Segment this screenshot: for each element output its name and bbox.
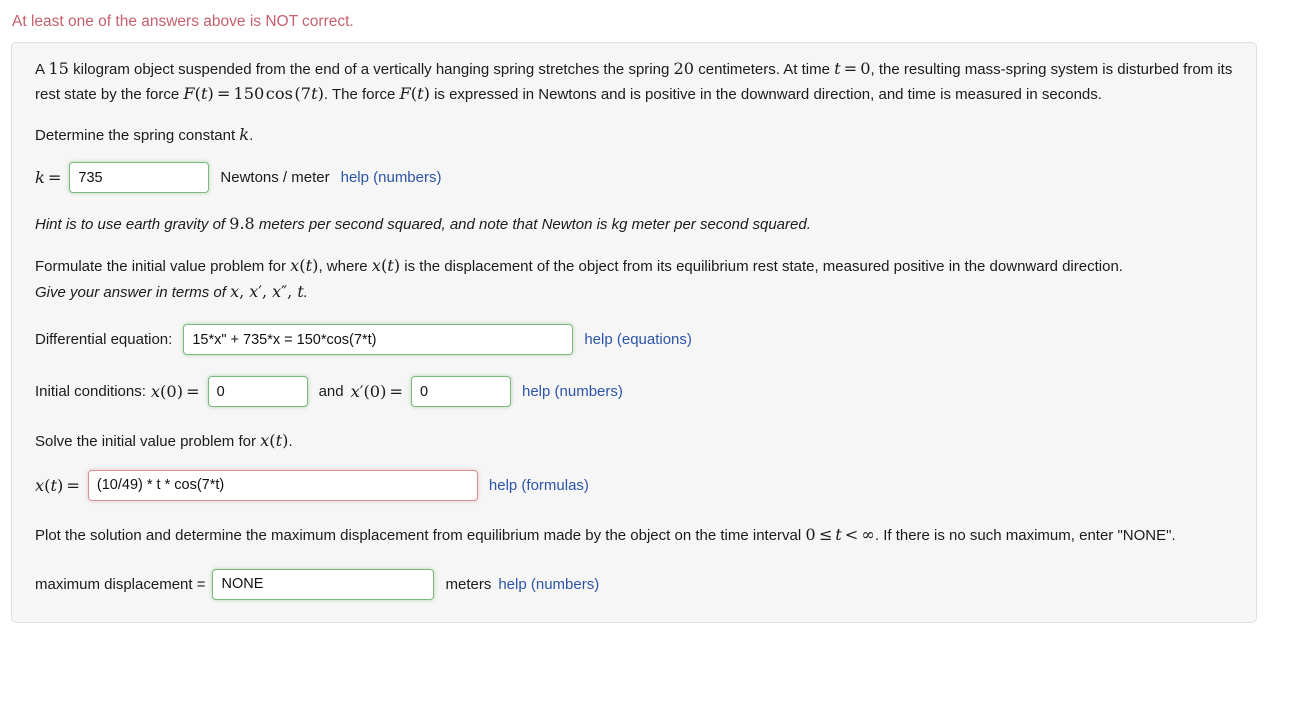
- ic-xp-symbol: x: [350, 382, 360, 402]
- ic-zero: 0: [166, 382, 177, 402]
- formulate-text-2: , where: [318, 257, 372, 275]
- formulate-text-3: is the displacement of the object from i…: [400, 257, 1123, 275]
- formulate-text-1: Formulate the initial value problem for: [35, 257, 291, 275]
- initial-velocity-input[interactable]: [411, 376, 511, 408]
- stretch-value: 20: [673, 59, 695, 78]
- help-numbers-link-k[interactable]: help (numbers): [341, 169, 442, 186]
- gravity-hint-paragraph: Hint is to use earth gravity of 9.8 mete…: [12, 212, 1256, 237]
- answer-terms-instruction: Give your answer in terms of x, x′, x″, …: [12, 280, 1256, 305]
- ic-x-symbol: x: [150, 382, 161, 402]
- differential-equation-label: Differential equation:: [35, 331, 173, 349]
- time-variable: t: [834, 59, 841, 78]
- solve-text-1: Solve the initial value problem for: [35, 433, 261, 451]
- term-comma-1: ,: [239, 281, 250, 301]
- term-x-prime: x: [249, 281, 259, 301]
- term-x: x: [230, 281, 240, 301]
- spring-constant-symbol: k: [239, 125, 250, 145]
- terms-period: .: [303, 283, 308, 301]
- maximum-displacement-row: maximum displacement = meters help (numb…: [12, 568, 1256, 600]
- less-than-icon: <: [844, 524, 859, 544]
- intro-text-6: is expressed in Newtons and is positive …: [429, 85, 1102, 103]
- force-symbol-2: F: [399, 83, 411, 103]
- infinity-icon: ∞: [861, 524, 875, 544]
- and-conjunction: and: [318, 383, 344, 401]
- hint-text-2: meters per second squared, and note that…: [254, 216, 811, 234]
- plot-solution-paragraph: Plot the solution and determine the maxi…: [12, 523, 1256, 548]
- force-amplitude: 150: [233, 83, 265, 103]
- term-x-double-prime: x: [272, 281, 282, 301]
- sol-x-symbol: x: [35, 475, 45, 495]
- intro-text-1: A: [35, 61, 49, 78]
- differential-equation-input[interactable]: [183, 324, 574, 356]
- solve-x-symbol: x: [260, 431, 270, 451]
- ic-equals: =: [186, 382, 200, 402]
- sol-equals: =: [66, 475, 80, 495]
- incorrect-answers-alert: At least one of the answers above is NOT…: [12, 13, 354, 30]
- help-numbers-link-ic[interactable]: help (numbers): [522, 383, 623, 400]
- differential-equation-row: Differential equation: help (equations): [12, 324, 1256, 356]
- x-of-zero-expression: x(0) =: [151, 382, 203, 401]
- plot-text-2: . If there is no such maximum, enter "NO…: [874, 526, 1176, 544]
- interval-lower-bound: 0: [805, 524, 816, 544]
- k-symbol: k: [35, 168, 45, 188]
- initial-position-input[interactable]: [207, 376, 308, 408]
- ic-xp-equals: =: [389, 382, 403, 402]
- x-of-t-equals-label: x(t) =: [35, 476, 83, 495]
- hint-text-1: Hint is to use earth gravity of: [35, 216, 230, 234]
- ic-xp-zero: 0: [369, 382, 381, 402]
- term-comma-2: ,: [261, 281, 273, 301]
- gravity-value: 9.8: [229, 214, 255, 234]
- k-equals-sign: =: [47, 168, 62, 188]
- force-equals: =: [216, 83, 231, 103]
- force-symbol: F: [183, 83, 195, 103]
- solution-answer-row: x(t)= help (formulas): [12, 469, 1256, 501]
- terms-text: Give your answer in terms of: [35, 283, 231, 301]
- displacement-symbol-2: x: [371, 255, 381, 275]
- less-than-or-equal-icon: ≤: [818, 524, 833, 544]
- spring-constant-input[interactable]: [69, 162, 210, 194]
- equals-sign: =: [843, 59, 858, 78]
- solve-ivp-prompt: Solve the initial value problem for x(t)…: [12, 429, 1256, 454]
- intro-text-2: kilogram object suspended from the end o…: [68, 61, 674, 78]
- paren-close: ): [207, 83, 214, 103]
- intro-text-5: . The force: [323, 85, 400, 103]
- mass-value: 15: [48, 59, 69, 78]
- determine-text-before: Determine the spring constant: [35, 127, 240, 145]
- help-equations-link[interactable]: help (equations): [584, 331, 692, 348]
- k-equals-label: k =: [35, 168, 64, 187]
- intro-text-3: centimeters. At time: [694, 61, 835, 78]
- spring-constant-unit: Newtons / meter: [220, 169, 330, 187]
- interval-variable-t: t: [835, 524, 842, 544]
- spring-constant-answer-row: k= Newtons / meter help (numbers): [12, 162, 1256, 194]
- maximum-displacement-input[interactable]: [212, 568, 435, 600]
- term-comma-3: ,: [287, 281, 298, 301]
- solve-text-2: .: [288, 433, 293, 451]
- displacement-symbol: x: [290, 255, 300, 275]
- angular-frequency: 7: [300, 83, 312, 103]
- initial-conditions-row: Initial conditions: x(0)= and x′(0)= hel…: [12, 376, 1256, 408]
- formulate-ivp-paragraph: Formulate the initial value problem for …: [12, 254, 1256, 279]
- determine-spring-constant-prompt: Determine the spring constant k.: [12, 123, 1256, 148]
- maximum-displacement-unit: meters: [445, 575, 492, 593]
- maximum-displacement-label: maximum displacement =: [35, 575, 206, 593]
- solution-input[interactable]: [87, 469, 478, 501]
- problem-statement-paragraph: A 15 kilogram object suspended from the …: [12, 57, 1256, 106]
- problem-panel: A 15 kilogram object suspended from the …: [11, 42, 1257, 623]
- determine-text-after: .: [249, 127, 254, 145]
- time-value: 0: [860, 59, 871, 78]
- cosine-operator: cos: [265, 83, 293, 103]
- x-prime-of-zero-expression: x′(0) =: [351, 382, 406, 401]
- initial-conditions-label: Initial conditions:: [35, 383, 146, 401]
- plot-text-1: Plot the solution and determine the maxi…: [35, 526, 806, 544]
- help-formulas-link[interactable]: help (formulas): [489, 477, 589, 494]
- help-numbers-link-maxdisp[interactable]: help (numbers): [498, 576, 599, 593]
